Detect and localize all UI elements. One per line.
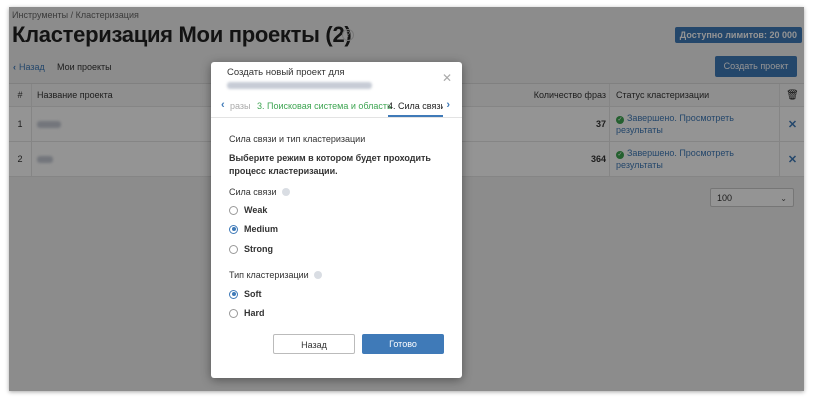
wizard-tabs: ‹ разы 3. Поисковая система и область 4.… — [211, 97, 462, 118]
close-icon[interactable]: ✕ — [442, 71, 452, 85]
info-icon[interactable] — [313, 271, 322, 279]
tab-step-4[interactable]: 4. Сила связи и — [388, 101, 443, 117]
mode-description: Выберите режим в котором будет проходить… — [229, 153, 431, 176]
radio-label: Weak — [244, 205, 268, 215]
radio-button[interactable] — [229, 308, 238, 318]
done-button[interactable]: Готово — [362, 334, 444, 354]
radio-button-selected[interactable] — [229, 289, 238, 299]
radio-hard[interactable]: Hard — [229, 308, 265, 318]
modal-title: Создать новый проект для — [227, 67, 345, 78]
modal-title-redacted — [227, 81, 377, 91]
radio-button-selected[interactable] — [229, 224, 238, 234]
radio-medium[interactable]: Medium — [229, 224, 278, 234]
section-title: Сила связи и тип кластеризации — [229, 134, 366, 144]
radio-button[interactable] — [229, 244, 238, 254]
radio-weak[interactable]: Weak — [229, 205, 267, 215]
radio-label: Medium — [244, 224, 279, 234]
chevron-left-icon[interactable]: ‹ — [221, 99, 225, 111]
radio-label: Soft — [244, 289, 262, 299]
chevron-right-icon[interactable]: › — [446, 99, 450, 111]
radio-button[interactable] — [229, 205, 238, 215]
info-icon[interactable] — [281, 188, 290, 196]
radio-label: Strong — [244, 244, 273, 254]
radio-label: Hard — [244, 308, 265, 318]
tab-step-3[interactable]: 3. Поисковая система и область — [257, 101, 392, 111]
back-button[interactable]: Назад — [273, 334, 355, 354]
radio-soft[interactable]: Soft — [229, 289, 262, 299]
strength-label-text: Сила связи — [229, 187, 277, 197]
type-label-text: Тип кластеризации — [229, 270, 309, 280]
create-project-modal: Создать новый проект для ✕ ‹ разы 3. Пои… — [211, 62, 462, 378]
radio-strong[interactable]: Strong — [229, 244, 273, 254]
type-label: Тип кластеризации — [229, 270, 322, 280]
tab-step-2-partial[interactable]: разы — [230, 101, 251, 111]
strength-label: Сила связи — [229, 187, 290, 197]
